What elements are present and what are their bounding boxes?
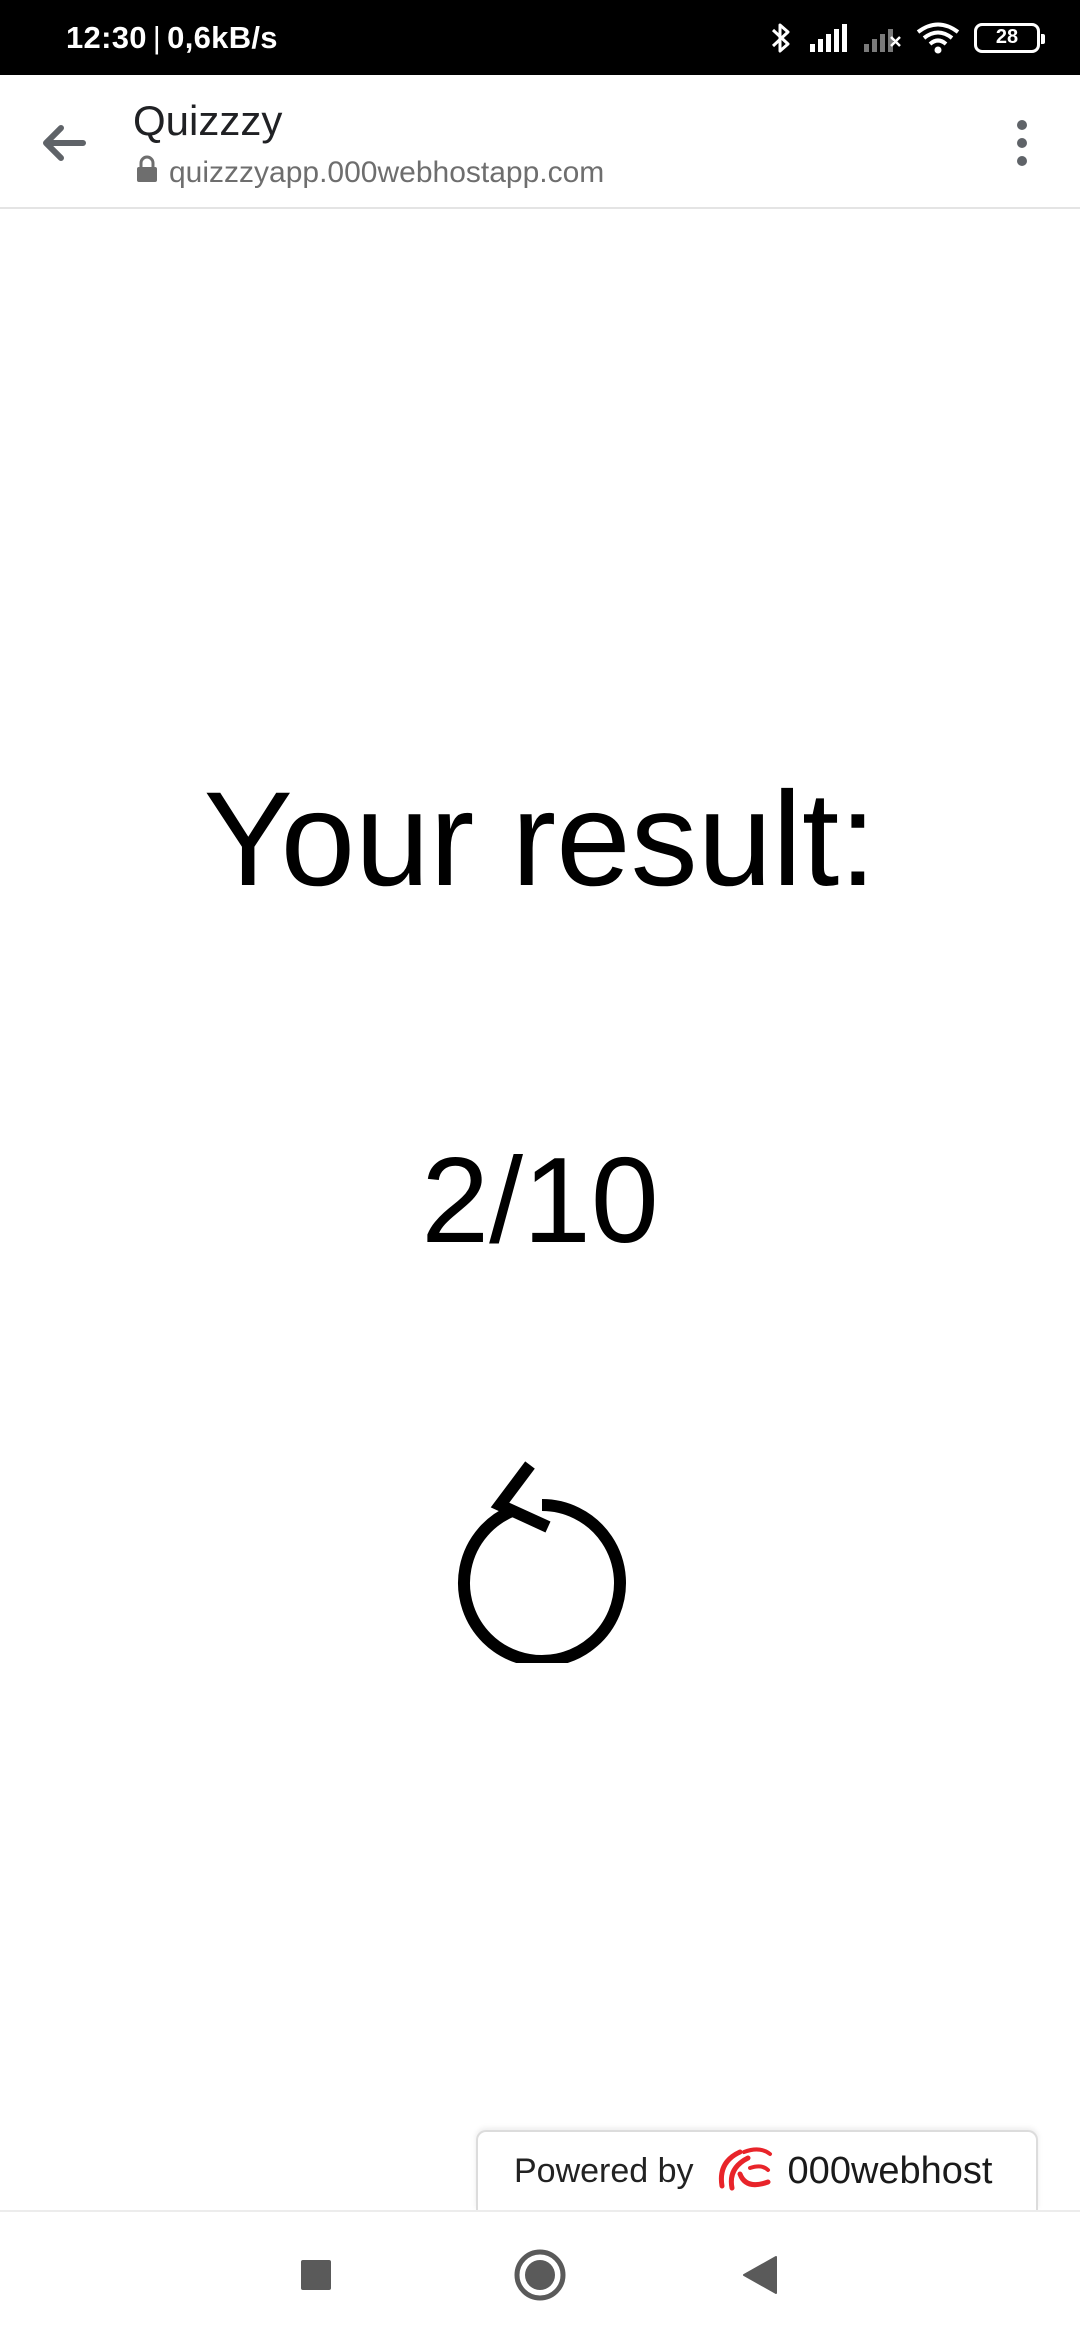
powered-by-badge[interactable]: Powered by 000webhost xyxy=(476,2130,1038,2210)
more-vert-icon[interactable] xyxy=(996,113,1048,173)
home-button[interactable] xyxy=(505,2242,575,2312)
system-nav-bar xyxy=(0,2210,1080,2340)
bluetooth-icon xyxy=(768,20,794,56)
battery-icon: 28 xyxy=(974,22,1045,53)
status-bar: 12:30 | 0,6kB/s 28 xyxy=(0,0,1080,75)
battery-level: 28 xyxy=(995,26,1019,48)
screen: 12:30 | 0,6kB/s 28 Quizzzy quizzzyapp.00… xyxy=(0,0,1080,2340)
lock-icon xyxy=(135,155,159,191)
status-separator: | xyxy=(152,19,162,55)
signal-no-service-icon xyxy=(862,22,902,54)
status-time: 12:30 xyxy=(66,19,147,55)
page-title: Quizzzy xyxy=(133,97,283,144)
status-left: 12:30 | 0,6kB/s xyxy=(66,0,278,75)
back-button[interactable] xyxy=(725,2242,795,2312)
powered-by-label: Powered by xyxy=(514,2151,694,2190)
recents-button[interactable] xyxy=(281,2242,351,2312)
status-icons: 28 xyxy=(768,0,1045,75)
back-arrow-icon[interactable] xyxy=(38,117,90,169)
signal-icon xyxy=(808,22,848,54)
url-bar[interactable]: quizzzyapp.000webhostapp.com xyxy=(135,155,604,191)
home-circle-icon xyxy=(513,2248,567,2307)
retry-button[interactable] xyxy=(448,1453,632,1668)
browser-toolbar: Quizzzy quizzzyapp.000webhostapp.com xyxy=(0,75,1080,209)
wifi-icon xyxy=(916,21,960,55)
replay-icon xyxy=(448,1453,632,1668)
000webhost-logo-icon xyxy=(710,2142,776,2201)
result-heading: Your result: xyxy=(203,765,877,914)
result-score: 2/10 xyxy=(421,1132,659,1268)
brand-name: 000webhost xyxy=(787,2149,993,2192)
recents-square-icon xyxy=(299,2258,333,2297)
network-speed: 0,6kB/s xyxy=(167,19,278,55)
url-text: quizzzyapp.000webhostapp.com xyxy=(169,156,605,189)
back-triangle-icon xyxy=(740,2254,780,2301)
